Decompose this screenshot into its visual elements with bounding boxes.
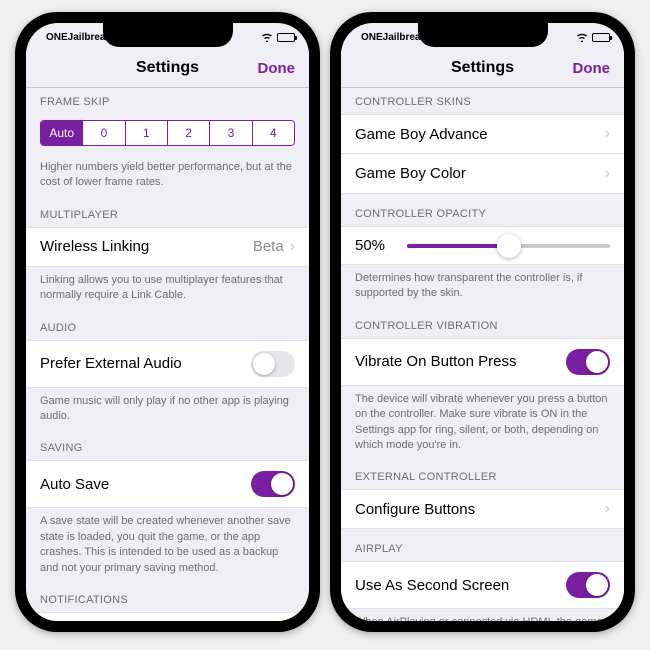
status-icons [576,32,610,42]
gba-skin-cell[interactable]: Game Boy Advance › [341,114,624,154]
prefer-external-audio-label: Prefer External Audio [40,355,182,372]
opacity-value: 50% [355,237,395,254]
nav-bar: Settings Done [26,51,309,88]
nav-title: Settings [451,59,514,77]
settings-content[interactable]: CONTROLLER SKINS Game Boy Advance › Game… [341,88,624,621]
carrier: ONEJailbreak [355,32,426,43]
chevron-right-icon: › [605,500,610,518]
section-multiplayer: MULTIPLAYER [26,195,309,227]
second-screen-cell[interactable]: Use As Second Screen [341,561,624,609]
prefer-external-audio-toggle[interactable] [251,351,295,377]
wireless-linking-label: Wireless Linking [40,238,149,255]
section-frame-skip: FRAME SKIP [26,88,309,114]
opacity-slider-row[interactable]: 50% [341,226,624,265]
gbc-skin-cell[interactable]: Game Boy Color › [341,154,624,194]
saving-footer: A save state will be created whenever an… [26,508,309,580]
section-airplay: AIRPLAY [341,529,624,561]
push-notifications-cell[interactable]: Push Notifications On› [26,612,309,621]
status-icons [261,32,295,42]
status-bar: ONEJailbreak [26,23,309,51]
nav-title: Settings [136,59,199,77]
opacity-slider[interactable] [407,244,610,248]
nav-bar: Settings Done [341,51,624,88]
gbc-skin-label: Game Boy Color [355,165,466,182]
battery-icon [592,33,610,42]
battery-icon [277,33,295,42]
seg-auto[interactable]: Auto [41,121,83,145]
vibrate-button-press-label: Vibrate On Button Press [355,353,516,370]
vibrate-button-press-cell[interactable]: Vibrate On Button Press [341,338,624,386]
settings-content[interactable]: FRAME SKIP Auto 0 1 2 3 4 Higher numbers… [26,88,309,621]
done-button[interactable]: Done [573,60,611,77]
vibrate-button-press-toggle[interactable] [566,349,610,375]
audio-footer: Game music will only play if no other ap… [26,388,309,429]
vibration-footer: The device will vibrate whenever you pre… [341,386,624,458]
section-controller-opacity: CONTROLLER OPACITY [341,194,624,226]
wireless-linking-value: Beta› [253,238,295,256]
seg-3[interactable]: 3 [210,121,252,145]
screen: ONEJailbreak Settings Done FRAME SKIP Au… [26,23,309,621]
done-button[interactable]: Done [258,60,296,77]
seg-4[interactable]: 4 [253,121,294,145]
multiplayer-footer: Linking allows you to use multiplayer fe… [26,267,309,308]
wifi-icon [576,32,588,42]
frame-skip-segmented[interactable]: Auto 0 1 2 3 4 [40,120,295,146]
configure-buttons-label: Configure Buttons [355,501,475,518]
carrier: ONEJailbreak [40,32,111,43]
auto-save-toggle[interactable] [251,471,295,497]
section-controller-vibration: CONTROLLER VIBRATION [341,306,624,338]
seg-1[interactable]: 1 [126,121,168,145]
chevron-right-icon: › [605,165,610,183]
airplay-footer: When AirPlaying or connected via HDMI, t… [341,609,624,621]
phone-right: ONEJailbreak Settings Done CONTROLLER SK… [330,12,635,632]
seg-0[interactable]: 0 [83,121,125,145]
section-notifications: NOTIFICATIONS [26,580,309,612]
gba-skin-label: Game Boy Advance [355,126,488,143]
auto-save-label: Auto Save [40,476,109,493]
second-screen-label: Use As Second Screen [355,577,509,594]
wifi-icon [261,32,273,42]
prefer-external-audio-cell[interactable]: Prefer External Audio [26,340,309,388]
seg-2[interactable]: 2 [168,121,210,145]
status-bar: ONEJailbreak [341,23,624,51]
section-audio: AUDIO [26,308,309,340]
section-saving: SAVING [26,428,309,460]
slider-thumb[interactable] [497,234,521,258]
section-external-controller: EXTERNAL CONTROLLER [341,457,624,489]
chevron-right-icon: › [605,125,610,143]
section-controller-skins: CONTROLLER SKINS [341,88,624,114]
phone-left: ONEJailbreak Settings Done FRAME SKIP Au… [15,12,320,632]
chevron-right-icon: › [290,238,295,256]
wireless-linking-cell[interactable]: Wireless Linking Beta› [26,227,309,267]
second-screen-toggle[interactable] [566,572,610,598]
opacity-footer: Determines how transparent the controlle… [341,265,624,306]
auto-save-cell[interactable]: Auto Save [26,460,309,508]
frame-skip-footer: Higher numbers yield better performance,… [26,154,309,195]
screen: ONEJailbreak Settings Done CONTROLLER SK… [341,23,624,621]
configure-buttons-cell[interactable]: Configure Buttons › [341,489,624,529]
